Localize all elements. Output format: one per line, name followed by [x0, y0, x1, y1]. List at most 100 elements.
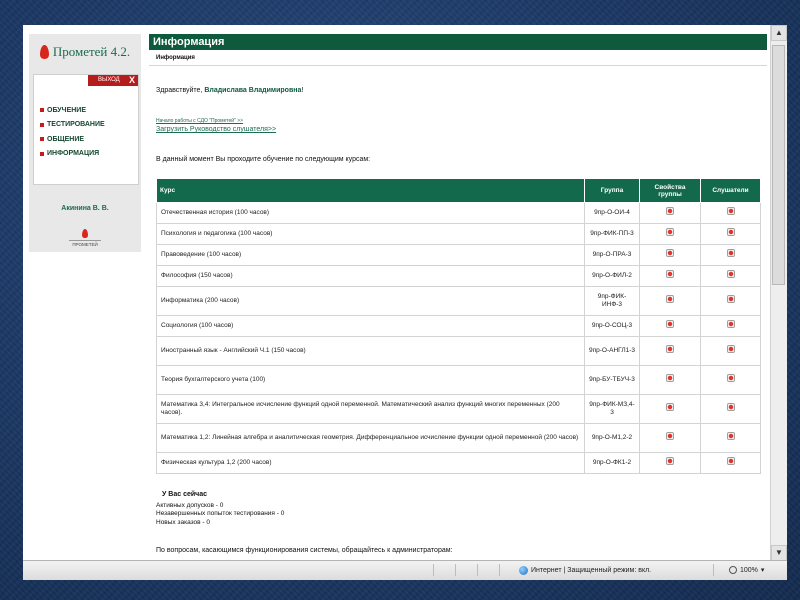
group-properties-icon[interactable] — [666, 228, 674, 237]
course-name: Психология и педагогика (100 часов) — [156, 223, 585, 245]
download-guide-link[interactable]: Загрузить Руководство слушателя>> — [156, 126, 276, 133]
bullet-icon — [40, 122, 44, 127]
table-row: Информатика (200 часов) 9пр-ФИК-ИНФ-3 — [156, 286, 761, 316]
group-props-cell — [639, 202, 701, 224]
table-row: Математика 3,4: Интегральное исчисление … — [156, 394, 761, 424]
listeners-icon[interactable] — [726, 270, 735, 279]
getting-started-link[interactable]: Начало работы с СДО "Прометей" >> — [156, 118, 243, 124]
course-name: Математика 1,2: Линейная алгебра и анали… — [156, 423, 585, 453]
group-properties-icon[interactable] — [666, 270, 674, 279]
globe-icon — [519, 566, 528, 575]
flame-icon — [82, 229, 88, 238]
listeners-cell — [700, 244, 761, 266]
status-divider — [477, 564, 478, 576]
group-props-cell — [639, 365, 701, 395]
bullet-icon — [40, 137, 44, 142]
status-divider — [455, 564, 456, 576]
listeners-cell — [700, 223, 761, 245]
logo-text: Прометей 4.2. — [52, 44, 131, 59]
status-bar: Интернет | Защищенный режим: вкл. 100% ▾ — [23, 560, 787, 580]
group-properties-icon[interactable] — [666, 207, 674, 216]
table-row: Иностранный язык - Английский Ч.1 (150 ч… — [156, 336, 761, 366]
group-properties-icon[interactable] — [666, 457, 674, 466]
group-code: 9пр-О-ПРА-3 — [584, 244, 640, 266]
listeners-cell — [700, 202, 761, 224]
listeners-cell — [700, 265, 761, 287]
group-code: 9пр-О-АНГЛ1-3 — [584, 336, 640, 366]
divider — [149, 65, 767, 66]
group-properties-icon[interactable] — [666, 249, 674, 258]
table-row: Теория бухгалтерского учета (100) 9пр-БУ-… — [156, 365, 761, 395]
table-row: Правоведение (100 часов) 9пр-О-ПРА-3 — [156, 244, 761, 266]
listeners-icon[interactable] — [726, 457, 735, 466]
table-row: Социология (100 часов) 9пр-О-СОЦ-3 — [156, 315, 761, 337]
magnifier-icon — [729, 566, 737, 574]
course-name: Отечественная история (100 часов) — [156, 202, 585, 224]
zoom-level: 100% — [740, 566, 758, 574]
nav-item-communication[interactable]: ОБЩЕНИЕ — [40, 132, 105, 147]
courses-table: Курс Группа Свойства группы Слушатели От… — [156, 178, 761, 474]
group-properties-icon[interactable] — [666, 295, 674, 304]
listeners-cell — [700, 394, 761, 424]
course-name: Информатика (200 часов) — [156, 286, 585, 316]
zoom-control[interactable]: 100% ▾ — [729, 566, 764, 574]
greeting-name: Владислава Владимировна — [204, 87, 302, 94]
listeners-icon[interactable] — [726, 432, 735, 441]
course-name: Теория бухгалтерского учета (100) — [156, 365, 585, 395]
nav-item-label: ОБУЧЕНИЕ — [47, 106, 86, 114]
column-header-course: Курс — [156, 178, 585, 203]
nav-item-label: ТЕСТИРОВАНИЕ — [47, 121, 105, 129]
listeners-icon[interactable] — [726, 320, 735, 329]
listeners-icon[interactable] — [726, 374, 735, 383]
group-props-cell — [639, 244, 701, 266]
listeners-cell — [700, 286, 761, 316]
admin-contact-note: По вопросам, касающимся функционирования… — [156, 547, 453, 554]
table-row: Философия (150 часов) 9пр-О-ФИЛ-2 — [156, 265, 761, 287]
scroll-thumb[interactable] — [772, 45, 785, 285]
listeners-icon[interactable] — [726, 249, 735, 258]
scroll-up-arrow-icon[interactable]: ▲ — [771, 25, 787, 41]
listeners-icon[interactable] — [726, 207, 735, 216]
listeners-icon[interactable] — [726, 403, 735, 412]
listeners-icon[interactable] — [726, 345, 735, 354]
group-properties-icon[interactable] — [666, 374, 674, 383]
course-name: Социология (100 часов) — [156, 315, 585, 337]
app-logo[interactable]: Прометей 4.2. — [29, 34, 141, 70]
listeners-cell — [700, 336, 761, 366]
group-code: 9пр-О-ФК1-2 — [584, 452, 640, 474]
user-name: Акинина В. В. — [61, 205, 109, 212]
table-row: Математика 1,2: Линейная алгебра и анали… — [156, 423, 761, 453]
nav-menu: ОБУЧЕНИЕ ТЕСТИРОВАНИЕ ОБЩЕНИЕ ИНФОРМАЦИЯ — [40, 103, 105, 161]
group-code: 9пр-О-М1,2-2 — [584, 423, 640, 453]
course-name: Математика 3,4: Интегральное исчисление … — [156, 394, 585, 424]
group-code: 9пр-ФИК-ИНФ-3 — [584, 286, 640, 316]
group-props-cell — [639, 265, 701, 287]
nav-item-learning[interactable]: ОБУЧЕНИЕ — [40, 103, 105, 118]
nav-item-information[interactable]: ИНФОРМАЦИЯ — [40, 147, 105, 162]
table-header-row: Курс Группа Свойства группы Слушатели — [156, 178, 761, 203]
group-properties-icon[interactable] — [666, 320, 674, 329]
summary-unfinished: Незавершенных попыток тестирования - 0 — [156, 510, 285, 517]
page-title: Информация — [149, 34, 767, 50]
greeting-suffix: ! — [301, 87, 304, 94]
exit-button[interactable]: ВЫХОД X — [88, 75, 138, 86]
listeners-cell — [700, 315, 761, 337]
sidebar: Прометей 4.2. ВЫХОД X ОБУЧЕНИЕ ТЕСТИРОВА… — [29, 34, 141, 252]
group-code: 9пр-БУ-ТБУЧ-3 — [584, 365, 640, 395]
listeners-cell — [700, 452, 761, 474]
nav-item-testing[interactable]: ТЕСТИРОВАНИЕ — [40, 118, 105, 133]
group-properties-icon[interactable] — [666, 432, 674, 441]
scroll-down-arrow-icon[interactable]: ▼ — [771, 545, 787, 561]
course-name: Философия (150 часов) — [156, 265, 585, 287]
column-header-group: Группа — [584, 178, 640, 203]
group-properties-icon[interactable] — [666, 403, 674, 412]
vertical-scrollbar[interactable]: ▲ ▼ — [770, 25, 787, 561]
group-props-cell — [639, 336, 701, 366]
column-header-group-props: Свойства группы — [639, 178, 701, 203]
listeners-icon[interactable] — [726, 295, 735, 304]
footer-logo-text: ПРОМЕТЕЙ — [69, 240, 101, 247]
security-zone[interactable]: Интернет | Защищенный режим: вкл. — [519, 566, 651, 575]
greeting: Здравствуйте, Владислава Владимировна! — [156, 87, 303, 94]
group-properties-icon[interactable] — [666, 345, 674, 354]
listeners-icon[interactable] — [726, 228, 735, 237]
